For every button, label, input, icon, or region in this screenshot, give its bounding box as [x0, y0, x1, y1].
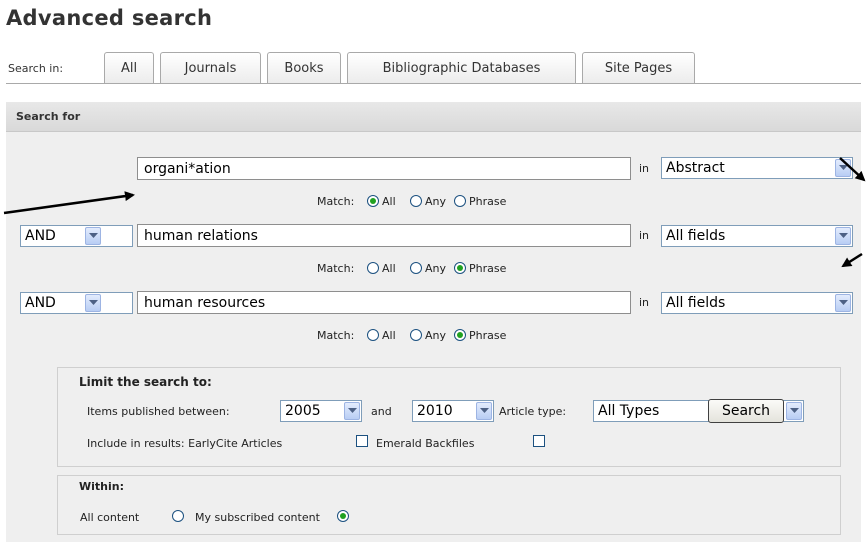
match-3-any-label: Any	[425, 329, 447, 342]
operator-select-3[interactable]: AND	[20, 292, 133, 314]
field-select-2-value: All fields	[666, 228, 726, 244]
search-term-3-input[interactable]	[137, 291, 631, 314]
article-type-value: All Types	[598, 403, 660, 419]
field-select-1-value: Abstract	[666, 160, 725, 176]
chevron-down-icon	[835, 159, 851, 177]
panel-header-label: Search for	[16, 110, 81, 123]
match-3-phrase-radio[interactable]	[454, 329, 466, 341]
year-to-value: 2010	[417, 403, 453, 419]
match-3-all-radio[interactable]	[367, 329, 379, 341]
subscribed-content-radio[interactable]	[337, 510, 349, 522]
operator-select-2[interactable]: AND	[20, 225, 133, 247]
chevron-down-icon	[85, 227, 101, 245]
match-2-all-label: All	[382, 262, 396, 275]
match-2-any-radio[interactable]	[410, 262, 422, 274]
within-box: Within: All content My subscribed conten…	[57, 475, 841, 535]
subscribed-content-label: My subscribed content	[195, 511, 320, 524]
and-label: and	[371, 405, 392, 418]
match-1-phrase-radio[interactable]	[454, 195, 466, 207]
chevron-down-icon	[344, 402, 360, 420]
match-3-any-radio[interactable]	[410, 329, 422, 341]
earlycite-checkbox[interactable]	[356, 435, 368, 447]
match-label-2: Match:	[317, 262, 355, 275]
backfiles-label: Emerald Backfiles	[376, 437, 475, 450]
search-button[interactable]: Search	[708, 399, 784, 423]
search-panel: Search for in Abstract Match: All Any Ph…	[6, 102, 861, 542]
chevron-down-icon	[786, 402, 802, 420]
within-title: Within:	[79, 480, 124, 493]
chevron-down-icon	[835, 294, 851, 312]
match-1-all-label: All	[382, 195, 396, 208]
year-from-value: 2005	[285, 403, 321, 419]
published-between-label: Items published between:	[87, 405, 230, 418]
tab-journals[interactable]: Journals	[160, 52, 261, 83]
tabs-divider	[6, 83, 861, 84]
chevron-down-icon	[85, 294, 101, 312]
chevron-down-icon	[835, 227, 851, 245]
operator-select-3-value: AND	[25, 295, 56, 311]
operator-select-2-value: AND	[25, 228, 56, 244]
backfiles-checkbox[interactable]	[533, 435, 545, 447]
include-results-label: Include in results: EarlyCite Articles	[87, 437, 283, 450]
search-in-label: Search in:	[8, 62, 64, 75]
year-to-select[interactable]: 2010	[412, 400, 494, 422]
match-label-3: Match:	[317, 329, 355, 342]
chevron-down-icon	[476, 402, 492, 420]
year-from-select[interactable]: 2005	[280, 400, 362, 422]
search-term-1-input[interactable]	[137, 157, 631, 180]
field-select-3[interactable]: All fields	[661, 292, 853, 314]
match-2-all-radio[interactable]	[367, 262, 379, 274]
tab-books[interactable]: Books	[267, 52, 341, 83]
field-select-3-value: All fields	[666, 295, 726, 311]
article-type-label: Article type:	[499, 405, 567, 418]
tab-bibliographic-databases[interactable]: Bibliographic Databases	[347, 52, 576, 83]
all-content-label: All content	[80, 511, 140, 524]
search-term-2-input[interactable]	[137, 224, 631, 247]
match-1-any-radio[interactable]	[410, 195, 422, 207]
panel-header: Search for	[6, 102, 861, 132]
match-1-all-radio[interactable]	[367, 195, 379, 207]
match-3-all-label: All	[382, 329, 396, 342]
match-label-1: Match:	[317, 195, 355, 208]
match-1-phrase-label: Phrase	[469, 195, 507, 208]
in-label-1: in	[639, 162, 650, 175]
match-3-phrase-label: Phrase	[469, 329, 507, 342]
limit-title: Limit the search to:	[79, 375, 212, 389]
match-1-any-label: Any	[425, 195, 447, 208]
match-2-phrase-radio[interactable]	[454, 262, 466, 274]
all-content-radio[interactable]	[172, 510, 184, 522]
field-select-1[interactable]: Abstract	[661, 157, 853, 179]
tab-all[interactable]: All	[104, 52, 154, 83]
match-2-phrase-label: Phrase	[469, 262, 507, 275]
match-2-any-label: Any	[425, 262, 447, 275]
tab-site-pages[interactable]: Site Pages	[582, 52, 695, 83]
page-title: Advanced search	[6, 6, 213, 30]
in-label-2: in	[639, 229, 650, 242]
field-select-2[interactable]: All fields	[661, 225, 853, 247]
in-label-3: in	[639, 296, 650, 309]
